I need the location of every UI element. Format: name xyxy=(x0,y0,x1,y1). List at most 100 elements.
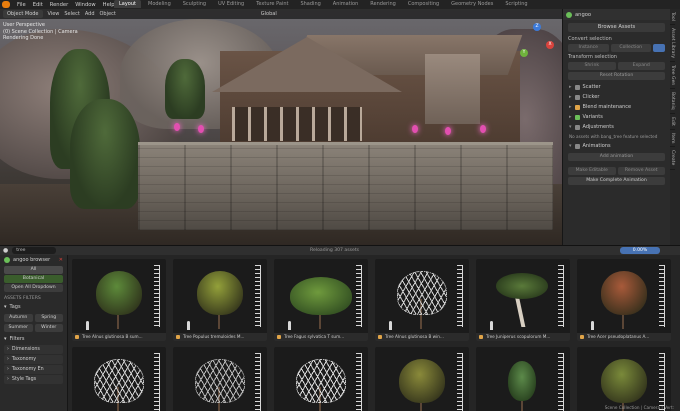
viewport-menu-object[interactable]: Object xyxy=(100,11,116,17)
scene-stone-wall xyxy=(138,142,553,230)
tag-winter[interactable]: Winter xyxy=(34,324,63,332)
3d-viewport[interactable]: Object Mode View Select Add Object Globa… xyxy=(0,9,562,245)
gizmo-z-axis[interactable]: Z xyxy=(533,23,541,31)
asset-card[interactable]: Tree Fagus sylvatica T sum... xyxy=(274,259,368,341)
scale-ruler xyxy=(255,265,261,327)
make-complete-animation-button[interactable]: Make Complete Animation xyxy=(568,177,665,185)
tag-spring[interactable]: Spring xyxy=(34,314,63,322)
tab-rendering[interactable]: Rendering xyxy=(365,0,401,8)
filter-icon: ▾ xyxy=(4,336,7,342)
tab-sculpting[interactable]: Sculpting xyxy=(178,0,211,8)
botanical-filter[interactable]: Botanical xyxy=(4,275,63,283)
menu-edit[interactable]: Edit xyxy=(33,2,43,8)
tab-texture-paint[interactable]: Texture Paint xyxy=(251,0,293,8)
reset-rotation-button[interactable]: Reset Rotation xyxy=(568,72,665,80)
section-variants[interactable]: ▸ Variants xyxy=(563,112,670,122)
browse-assets-button[interactable]: Browse Assets xyxy=(568,23,665,32)
blender-logo-icon[interactable] xyxy=(2,1,10,8)
filter-taxonomy[interactable]: › Taxonomy xyxy=(4,355,63,364)
tab-scripting[interactable]: Scripting xyxy=(500,0,532,8)
editor-type-icon[interactable]: ● xyxy=(3,247,8,254)
section-blend-maintenance[interactable]: ▸ Blend maintenance xyxy=(563,102,670,112)
tab-asset-library[interactable]: Asset Library xyxy=(670,25,675,63)
asset-card[interactable]: Tree Alnus glutinosa B win... xyxy=(375,259,469,341)
scale-ruler xyxy=(457,353,463,411)
tab-tool[interactable]: Tool xyxy=(670,9,675,25)
asset-card[interactable]: Tree Populus tremuloides M... xyxy=(173,259,267,341)
section-adjustments[interactable]: ▾ Adjustments xyxy=(563,122,670,132)
open-all-dropdown-button[interactable]: Open All Dropdown xyxy=(4,284,63,292)
viewport-menu-add[interactable]: Add xyxy=(85,11,95,17)
navigation-gizmo[interactable]: Z X Y xyxy=(516,23,558,65)
tab-botaniq[interactable]: Botaniq xyxy=(670,89,675,115)
tab-geometry-nodes[interactable]: Geometry Nodes xyxy=(446,0,498,8)
asset-buttons: Make Editable Remove Asset xyxy=(568,167,665,175)
tree-crown xyxy=(601,271,647,315)
chevron-right-icon: › xyxy=(7,377,9,382)
mode-selector[interactable]: Object Mode xyxy=(3,10,43,18)
section-label: Adjustments xyxy=(582,124,614,130)
tab-shading[interactable]: Shading xyxy=(295,0,325,8)
status-bar: Scene Collection | Camera | Vert: xyxy=(604,405,674,410)
gizmo-y-axis[interactable]: Y xyxy=(520,49,528,57)
transform-orientation[interactable]: Global xyxy=(261,11,277,17)
shrink-button[interactable]: Shrink xyxy=(568,62,616,70)
convert-instance-button[interactable]: Instance xyxy=(568,44,609,52)
asset-card[interactable]: Tree Alnus glutinosa B sum... xyxy=(72,259,166,341)
convert-collection-button[interactable]: Collection xyxy=(610,44,651,52)
tab-item[interactable]: Item xyxy=(670,130,675,148)
asset-card[interactable] xyxy=(72,347,166,411)
gizmo-x-axis[interactable]: X xyxy=(546,41,554,49)
section-scatter[interactable]: ▸ Scatter xyxy=(563,82,670,92)
viewport-menu-select[interactable]: Select xyxy=(64,11,79,17)
tree-crown xyxy=(296,359,346,403)
tag-summer[interactable]: Summer xyxy=(4,324,33,332)
asset-card[interactable] xyxy=(274,347,368,411)
tab-edit[interactable]: Edit xyxy=(670,114,675,130)
all-assets-button[interactable]: All xyxy=(4,266,63,274)
asset-name: Tree Alnus glutinosa B win... xyxy=(375,333,469,341)
scale-ruler xyxy=(558,265,564,327)
asset-card[interactable] xyxy=(577,347,671,411)
chevron-down-icon: ▾ xyxy=(569,143,572,149)
human-scale-figure xyxy=(288,321,291,330)
menu-render[interactable]: Render xyxy=(50,2,68,8)
tab-compositing[interactable]: Compositing xyxy=(403,0,444,8)
render-status: Rendering Done xyxy=(3,35,44,41)
asset-card[interactable] xyxy=(375,347,469,411)
remove-asset-button[interactable]: Remove Asset xyxy=(617,167,665,175)
thumbnail-size-slider[interactable]: 0.00% xyxy=(620,247,660,254)
tab-uv-editing[interactable]: UV Editing xyxy=(213,0,249,8)
filter-taxonomy-en[interactable]: › Taxonomy En xyxy=(4,365,63,374)
chevron-right-icon: ▸ xyxy=(569,104,572,110)
menu-file[interactable]: File xyxy=(17,2,26,8)
menu-window[interactable]: Window xyxy=(75,2,95,8)
expand-button[interactable]: Expand xyxy=(617,62,665,70)
viewport-menu-view[interactable]: View xyxy=(48,11,60,17)
asset-search-input[interactable]: tree xyxy=(12,247,57,254)
asset-card[interactable] xyxy=(476,347,570,411)
scale-ruler xyxy=(255,353,261,411)
filter-style-tags[interactable]: › Style Tags xyxy=(4,375,63,384)
tab-create[interactable]: Create xyxy=(670,147,675,170)
menu-help[interactable]: Help xyxy=(103,2,115,8)
tab-modeling[interactable]: Modeling xyxy=(143,0,176,8)
filter-label: Style Tags xyxy=(11,377,37,382)
scene-tower xyxy=(425,54,480,124)
filter-dimensions[interactable]: › Dimensions xyxy=(4,345,63,354)
tag-autumn[interactable]: Autumn xyxy=(4,314,33,322)
section-animations[interactable]: ▾ Animations xyxy=(563,141,670,151)
asset-card[interactable] xyxy=(173,347,267,411)
make-editable-button[interactable]: Make Editable xyxy=(568,167,616,175)
add-animation-button[interactable]: Add animation xyxy=(568,153,665,161)
asset-card[interactable]: Tree Acer pseudoplatanus A... xyxy=(577,259,671,341)
tab-animation[interactable]: Animation xyxy=(328,0,364,8)
asset-card[interactable]: Tree Juniperus scopulorum M... xyxy=(476,259,570,341)
tab-tree-gen[interactable]: Tree Gen xyxy=(670,62,675,90)
section-clicker[interactable]: ▸ Clicker xyxy=(563,92,670,102)
sidebar-panel: angoo Browse Assets Convert selection In… xyxy=(562,9,670,245)
close-icon[interactable]: ✕ xyxy=(59,257,63,263)
tab-layout[interactable]: Layout xyxy=(114,0,141,8)
transform-label: Transform selection xyxy=(568,54,617,60)
link-icon[interactable] xyxy=(653,44,665,52)
